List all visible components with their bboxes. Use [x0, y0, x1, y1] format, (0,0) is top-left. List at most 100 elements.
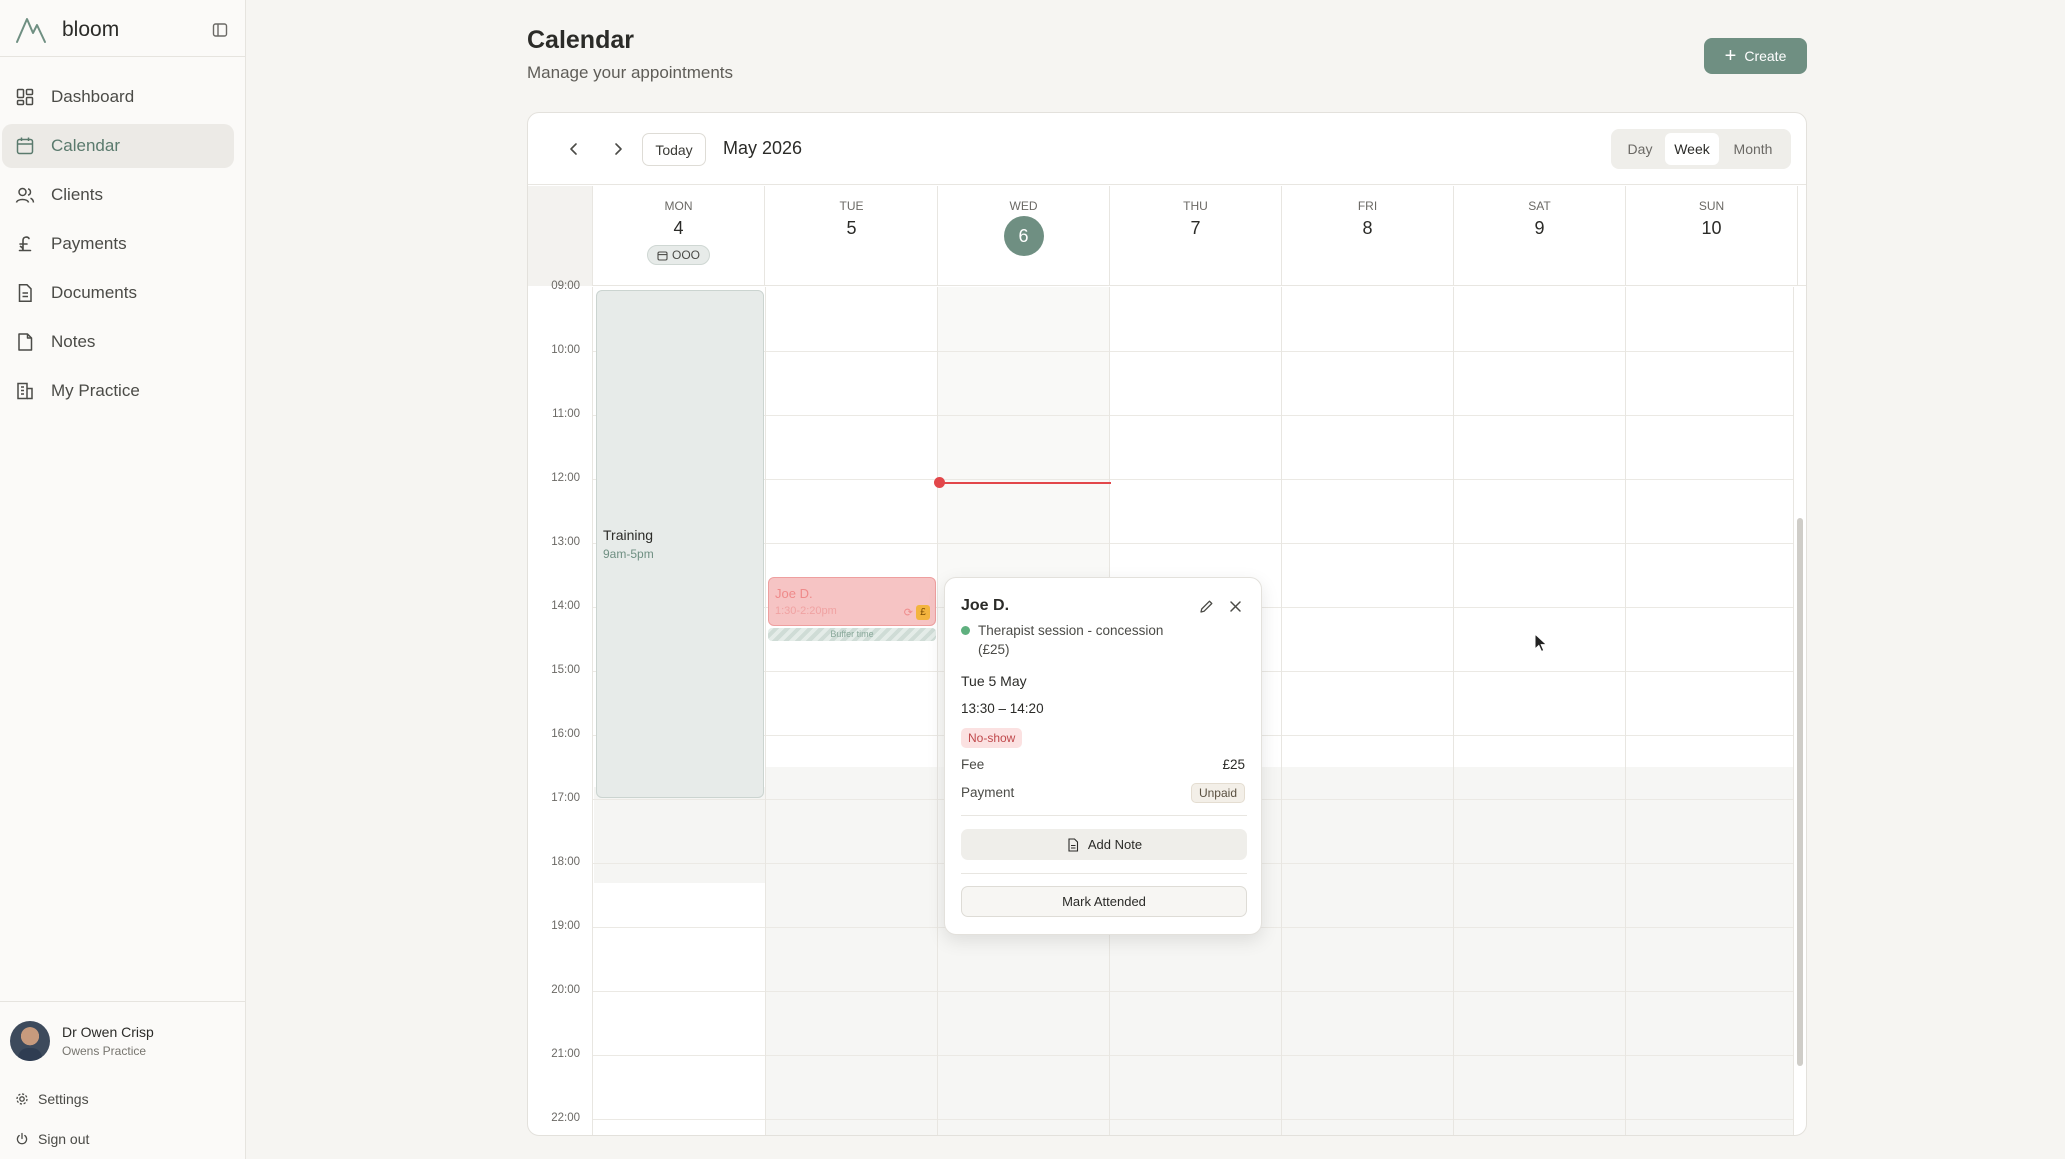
bloom-logo-icon: [16, 18, 46, 43]
pound-icon: [18, 236, 32, 252]
day-header-sun[interactable]: SUN 10: [1626, 186, 1798, 286]
settings-link[interactable]: Settings: [15, 1091, 89, 1107]
hour-label: 22:00: [551, 1112, 580, 1124]
hour-label: 10:00: [551, 344, 580, 356]
sign-out-link[interactable]: Sign out: [15, 1131, 89, 1147]
calendar-toolbar: Today May 2026 Day Week Month: [528, 113, 1806, 185]
power-icon: [16, 1132, 28, 1145]
pencil-icon: [1199, 600, 1212, 613]
sidebar-item-notes[interactable]: Notes: [2, 320, 234, 364]
day-of-week: WED: [1009, 199, 1038, 213]
dashboard-icon: [16, 88, 34, 106]
hour-label: 21:00: [551, 1048, 580, 1060]
popover-client-name: Joe D.: [961, 597, 1010, 614]
calendar-scrollbar[interactable]: [1797, 518, 1803, 1066]
building-icon: [17, 382, 33, 400]
popover-divider: [961, 815, 1247, 816]
mouse-cursor-icon: [1534, 633, 1548, 653]
sign-out-label: Sign out: [38, 1131, 90, 1147]
day-column-divider: [1793, 287, 1794, 1135]
view-week-button[interactable]: Week: [1665, 133, 1719, 165]
add-note-button[interactable]: Add Note: [961, 829, 1247, 860]
chevron-right-icon: [615, 143, 622, 155]
sidebar-collapse-icon[interactable]: [208, 18, 232, 42]
day-of-week: THU: [1183, 199, 1208, 213]
sidebar-item-label: My Practice: [51, 381, 140, 400]
status-dot: [961, 626, 970, 635]
hour-label: 19:00: [551, 920, 580, 932]
sidebar-item-documents[interactable]: Documents: [2, 271, 234, 315]
service-name: Therapist session - concession (£25): [978, 623, 1164, 657]
mark-attended-button[interactable]: Mark Attended: [961, 886, 1247, 917]
sidebar-divider: [0, 56, 246, 57]
appointment-time: 1:30-2:20pm: [775, 605, 837, 617]
hour-label: 12:00: [551, 472, 580, 484]
create-button[interactable]: + Create: [1704, 38, 1807, 74]
today-button[interactable]: Today: [642, 133, 706, 166]
hour-gridline: [593, 1119, 1794, 1120]
hour-label: 13:00: [551, 536, 580, 548]
next-week-button[interactable]: [606, 137, 630, 161]
sidebar-item-label: Clients: [51, 185, 103, 204]
month-label: May 2026: [723, 138, 803, 158]
sidebar-item-label: Documents: [51, 283, 137, 302]
appointment-time-range: 13:30 – 14:20: [961, 701, 1044, 716]
plus-icon: +: [1724, 45, 1737, 67]
appointment-event[interactable]: Joe D. 1:30-2:20pm ⟳ £: [768, 577, 936, 626]
fee-value: £25: [1222, 757, 1245, 772]
close-button[interactable]: [1225, 596, 1245, 616]
day-number: 9: [1534, 218, 1545, 238]
day-header-sat[interactable]: SAT 9: [1454, 186, 1626, 286]
user-profile[interactable]: Dr Owen Crisp Owens Practice: [10, 1021, 154, 1061]
sidebar-item-label: Notes: [51, 332, 96, 351]
time-gutter-header: [528, 186, 593, 286]
sidebar-item-payments[interactable]: Payments: [2, 222, 234, 266]
document-icon: [1068, 837, 1078, 852]
repeat-icon: ⟳: [903, 607, 913, 619]
sidebar-item-clients[interactable]: Clients: [2, 173, 234, 217]
sidebar-item-label: Calendar: [51, 136, 120, 155]
view-month-button[interactable]: Month: [1719, 133, 1787, 165]
out-of-office-badge[interactable]: OOO: [646, 245, 710, 265]
sidebar-item-calendar[interactable]: Calendar: [2, 124, 234, 168]
note-icon: [18, 333, 33, 351]
brand[interactable]: bloom: [14, 10, 232, 50]
gear-icon: [16, 1093, 28, 1105]
day-of-week: TUE: [839, 199, 864, 213]
day-of-week: SUN: [1698, 199, 1725, 213]
appointment-popover: Joe D. Therapist session - concession (£…: [944, 577, 1262, 935]
hour-label: 15:00: [551, 664, 580, 676]
day-of-week: MON: [664, 199, 693, 213]
view-day-button[interactable]: Day: [1615, 133, 1665, 165]
sidebar-item-dashboard[interactable]: Dashboard: [2, 75, 234, 119]
users-icon: [15, 187, 35, 203]
day-column-divider: [1625, 287, 1626, 1135]
brand-name: bloom: [62, 18, 120, 41]
training-event[interactable]: Training 9am-5pm: [596, 290, 764, 798]
day-header-tue[interactable]: TUE 5: [766, 186, 938, 286]
current-time-line: [940, 482, 1111, 484]
document-icon: [18, 284, 32, 302]
evening-shading: [766, 767, 1794, 1135]
event-time: 9am-5pm: [603, 547, 654, 561]
sidebar-item-my-practice[interactable]: My Practice: [2, 369, 234, 413]
day-column-divider: [1281, 287, 1282, 1135]
time-gutter: 09:00 10:00 11:00 12:00 13:00 14:00 15:0…: [528, 280, 593, 1135]
sidebar-bottom-divider: [0, 1001, 246, 1002]
day-column-divider: [1453, 287, 1454, 1135]
prev-week-button[interactable]: [562, 137, 586, 161]
day-header-mon[interactable]: MON 4 OOO: [593, 186, 765, 286]
popover-divider: [961, 873, 1247, 874]
status-badge: No-show: [961, 728, 1023, 748]
sidebar-item-label: Payments: [51, 234, 127, 253]
hour-label: 16:00: [551, 728, 580, 740]
payment-label: Payment: [961, 785, 1015, 800]
chevron-left-icon: [570, 143, 577, 155]
day-header-fri[interactable]: FRI 8: [1282, 186, 1454, 286]
calendar-icon: [16, 137, 34, 155]
day-column-divider: [937, 287, 938, 1135]
edit-button[interactable]: [1196, 596, 1216, 616]
day-header-thu[interactable]: THU 7: [1110, 186, 1282, 286]
day-header-wed[interactable]: WED 6: [938, 186, 1110, 286]
user-name: Dr Owen Crisp: [62, 1024, 154, 1040]
